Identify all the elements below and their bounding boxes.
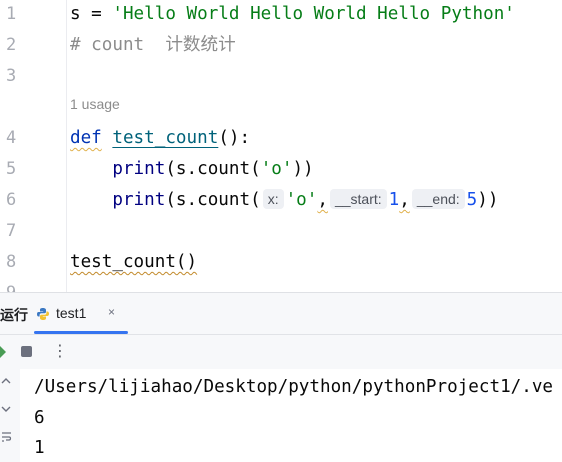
run-tool-window-header: 运行 test1 × (0, 293, 562, 335)
console-side-toolbar (0, 369, 20, 462)
console-output[interactable]: /Users/lijiahao/Desktop/python/pythonPro… (0, 369, 562, 462)
call-close: )) (477, 190, 499, 210)
string-arg: 'o' (260, 159, 293, 179)
scroll-down-icon[interactable] (1, 403, 13, 415)
line-number: 4 (6, 128, 17, 148)
code-line-4[interactable]: def test_count(): (70, 126, 250, 150)
param-hint-end: __end: (411, 189, 465, 209)
code-editor[interactable]: 1 2 3 4 5 6 7 8 9 s = 'Hello World Hello… (0, 0, 562, 292)
scroll-up-icon[interactable] (1, 377, 13, 389)
line-number: 7 (6, 221, 17, 241)
comma-separator: , (317, 190, 328, 210)
def-keyword: def (70, 128, 102, 148)
code-line-2-comment[interactable]: # count 计数统计 (70, 33, 236, 57)
console-path-line: /Users/lijiahao/Desktop/python/pythonPro… (34, 377, 554, 397)
console-output-line: 6 (34, 408, 45, 428)
tab-label: test1 (56, 305, 87, 321)
close-icon[interactable]: × (108, 305, 115, 319)
assign-operator: = (80, 4, 113, 24)
line-number: 5 (6, 159, 17, 179)
soft-wrap-icon[interactable] (1, 431, 13, 443)
param-hint-start: __start: (329, 189, 387, 209)
start-value: 1 (388, 190, 400, 210)
string-literal: 'Hello World Hello World Hello Python' (112, 4, 515, 24)
print-builtin: print (112, 190, 166, 210)
usage-hint-link[interactable]: 1 usage (70, 96, 120, 112)
active-tab-indicator (34, 331, 128, 334)
gutter-divider (66, 0, 67, 292)
line-number: 3 (6, 66, 17, 86)
code-line-8-call[interactable]: test_count() (70, 250, 197, 274)
code-line-1[interactable]: s = 'Hello World Hello World Hello Pytho… (70, 2, 515, 26)
variable-s: s (70, 4, 81, 24)
run-toolbar: ⋮ (0, 335, 562, 369)
line-number: 1 (6, 4, 17, 24)
run-tool-window-title: 运行 (0, 307, 28, 323)
tab-test1[interactable]: test1 × (34, 293, 128, 334)
line-number: 6 (6, 190, 17, 210)
call-open: (s.count( (165, 159, 261, 179)
line-number: 2 (6, 35, 17, 55)
code-line-6[interactable]: print(s.count(x:'o', __start: 1, __end: 5)) (70, 188, 498, 212)
call-open: (s.count( (165, 190, 261, 210)
function-params: (): (218, 128, 251, 148)
print-builtin: print (112, 159, 166, 179)
stop-icon[interactable] (21, 346, 32, 357)
function-name: test_count (112, 128, 219, 148)
more-options-icon[interactable]: ⋮ (52, 342, 68, 360)
python-icon (37, 308, 49, 320)
console-output-line: 1 (34, 438, 45, 458)
call-close: )) (292, 159, 314, 179)
line-number: 9 (6, 281, 30, 292)
comma-separator: , (399, 190, 410, 210)
code-line-5[interactable]: print(s.count('o')) (70, 157, 314, 181)
param-hint-x: x: (262, 189, 284, 209)
line-number: 8 (6, 252, 17, 272)
string-arg: 'o' (285, 190, 318, 210)
end-value: 5 (466, 190, 478, 210)
rerun-icon[interactable] (0, 344, 10, 360)
